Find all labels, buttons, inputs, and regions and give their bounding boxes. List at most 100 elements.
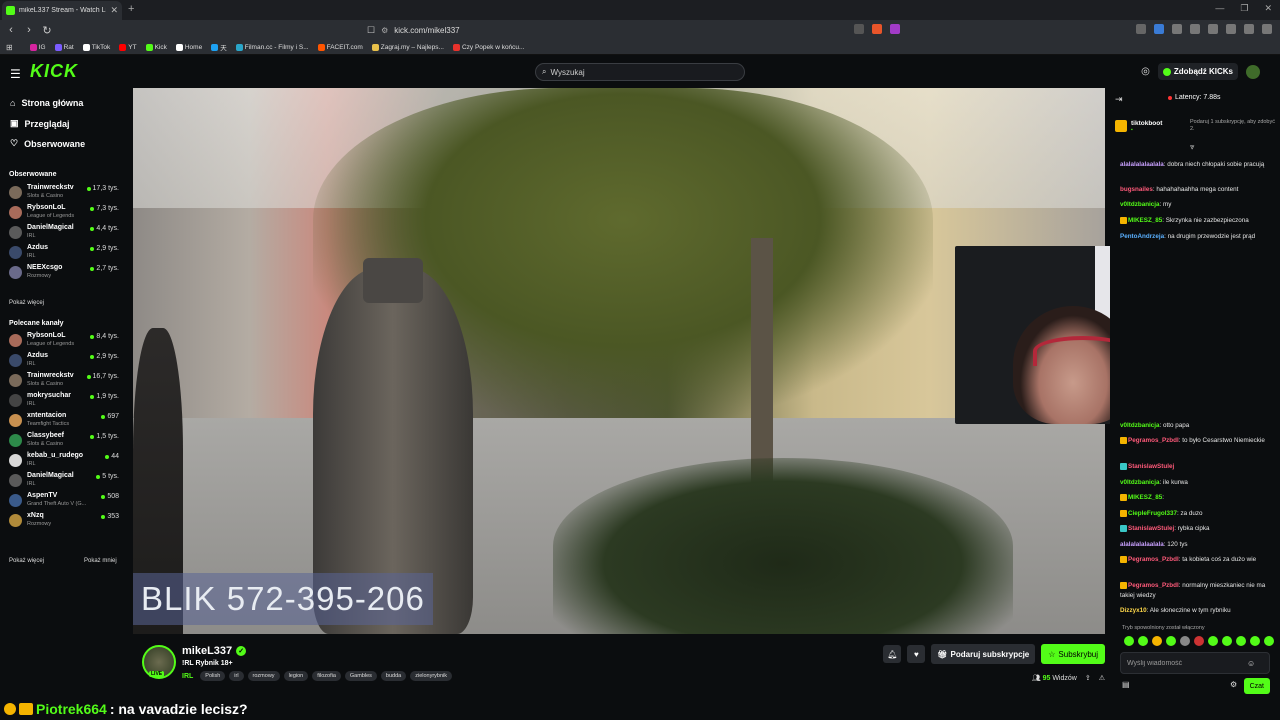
gift-subscriptions-button[interactable]: 🎁︎ Podaruj subskrypcje bbox=[931, 644, 1036, 664]
sidebar-channel[interactable]: Trainwreckstv Slots & Casino 16,7 tys. bbox=[9, 370, 121, 390]
emote-1-icon[interactable] bbox=[1124, 636, 1134, 646]
bookmark-item[interactable]: IG bbox=[29, 42, 46, 52]
sidebar-channel[interactable]: NEEXcsgo Rozmowy 2,7 tys. bbox=[9, 262, 121, 282]
chat-username[interactable]: Dizzyx10 bbox=[1120, 607, 1147, 614]
chat-message[interactable]: StanislawStulej bbox=[1120, 462, 1272, 472]
bookmark-item[interactable]: FACEIT.com bbox=[317, 42, 363, 52]
bookmark-item[interactable]: Czy Popek w końcu... bbox=[452, 42, 524, 52]
chat-message[interactable]: PentoAndrzeja: na drugim przewodzie jest… bbox=[1120, 232, 1272, 242]
emote-9-icon[interactable] bbox=[1236, 636, 1246, 646]
chat-message[interactable]: v0ltdzbanicja: my bbox=[1120, 200, 1272, 210]
nav-following[interactable]: ♡ Obserwowane bbox=[10, 138, 85, 149]
chat-username[interactable]: Pegramos_Pzbdl bbox=[1128, 582, 1179, 589]
leo-icon[interactable] bbox=[1244, 24, 1254, 34]
bookmark-item[interactable]: Rat bbox=[54, 42, 74, 52]
search-bar[interactable]: ⌕ bbox=[535, 63, 745, 81]
chat-message[interactable]: alalalalalaalala: 120 tys bbox=[1120, 540, 1272, 550]
notifications-icon[interactable]: ◎ bbox=[1141, 66, 1150, 77]
chat-input-box[interactable]: ☺ bbox=[1120, 652, 1270, 674]
chat-message[interactable]: MIKESZ_85: Skrzynka nie zazbezpieczona bbox=[1120, 216, 1272, 226]
stream-tag[interactable]: filozofia bbox=[312, 671, 341, 681]
nav-home[interactable]: ⌂ Strona główna bbox=[10, 98, 83, 108]
chat-message[interactable]: Pegramos_Pzbdl: ta kobieta coś za dużo w… bbox=[1120, 555, 1272, 565]
chat-message[interactable]: CiepleFrugol337: za duzo bbox=[1120, 509, 1272, 519]
user-avatar[interactable] bbox=[1246, 64, 1260, 79]
sidebar-channel[interactable]: AspenTV Grand Theft Auto V (G... 508 bbox=[9, 490, 121, 510]
chat-username[interactable]: v0ltdzbanicja bbox=[1120, 422, 1160, 429]
brave-rewards-icon[interactable] bbox=[890, 24, 900, 34]
close-tab-icon[interactable]: ✕ bbox=[110, 5, 118, 16]
forward-icon[interactable]: › bbox=[22, 24, 36, 36]
bookmark-item[interactable]: Home bbox=[175, 42, 202, 52]
emote-10-icon[interactable] bbox=[1250, 636, 1260, 646]
chat-message[interactable]: alalalalalaalala: dobra niech chłopaki s… bbox=[1120, 160, 1272, 170]
chat-username[interactable]: Pegramos_Pzbdl bbox=[1128, 437, 1179, 444]
emote-4-icon[interactable] bbox=[1166, 636, 1176, 646]
stream-tag[interactable]: Polish bbox=[200, 671, 226, 681]
emote-5-icon[interactable] bbox=[1180, 636, 1190, 646]
stream-tag[interactable]: zielonyrybnik bbox=[410, 671, 453, 681]
bookmark-item[interactable]: Filman.cc - Filmy i S... bbox=[235, 42, 309, 52]
chat-message[interactable]: Pegramos_Pzbdl: to było Cesarstwo Niemie… bbox=[1120, 436, 1272, 446]
sidebar-channel[interactable]: Trainwreckstv Slots & Casino 17,3 tys. bbox=[9, 182, 121, 202]
emote-7-icon[interactable] bbox=[1208, 636, 1218, 646]
reload-icon[interactable]: ↻ bbox=[40, 24, 54, 37]
pinned-gift-banner[interactable]: tiktokboot ▪ Podaruj 1 subskrypcję, aby … bbox=[1115, 112, 1275, 140]
emote-3-icon[interactable] bbox=[1152, 636, 1162, 646]
stream-tag[interactable]: rozmowy bbox=[247, 671, 280, 681]
sidebar-channel[interactable]: Azdus IRL 2,9 tys. bbox=[9, 242, 121, 262]
sidebar-channel[interactable]: Azdus IRL 2,9 tys. bbox=[9, 350, 121, 370]
extension-4-icon[interactable] bbox=[1190, 24, 1200, 34]
address-bar[interactable]: ☐ ⚙ kick.com/mikel337 bbox=[367, 23, 912, 37]
chat-message[interactable]: MIKESZ_85: bbox=[1120, 493, 1272, 503]
chat-message[interactable]: v0ltdzbanicja: otto papa bbox=[1120, 421, 1272, 431]
stream-tag[interactable]: legion bbox=[283, 671, 309, 681]
sidebar-toggle-icon[interactable] bbox=[1208, 24, 1218, 34]
browser-tab[interactable]: mikeL337 Stream - Watch Li... ✕ bbox=[2, 1, 122, 20]
report-icon[interactable]: ⚠ bbox=[1099, 674, 1105, 682]
stream-tag[interactable]: budda bbox=[380, 671, 407, 681]
bookmark-item[interactable]: 天 bbox=[211, 42, 227, 52]
maximize-icon[interactable]: ❐ bbox=[1240, 3, 1248, 14]
sidebar-channel[interactable]: xntentacion Teamfight Tactics 697 bbox=[9, 410, 121, 430]
emote-11-icon[interactable] bbox=[1264, 636, 1274, 646]
wallet-icon[interactable] bbox=[1226, 24, 1236, 34]
chat-message[interactable]: StanislawStulej: rybka cipka bbox=[1120, 524, 1272, 534]
chat-username[interactable]: v0ltdzbanicja bbox=[1120, 479, 1160, 486]
extension-3-icon[interactable] bbox=[1172, 24, 1182, 34]
chat-message[interactable]: v0ltdzbanicja: ile kurwa bbox=[1120, 478, 1272, 488]
extension-1-icon[interactable] bbox=[1136, 24, 1146, 34]
sidebar-channel[interactable]: Classybeef Slots & Casino 1,5 tys. bbox=[9, 430, 121, 450]
emote-6-icon[interactable] bbox=[1194, 636, 1204, 646]
sidebar-channel[interactable]: mokrysuchar IRL 1,9 tys. bbox=[9, 390, 121, 410]
chat-username[interactable]: v0ltdzbanicja bbox=[1120, 201, 1160, 208]
stream-tag[interactable]: irl bbox=[229, 671, 244, 681]
back-icon[interactable]: ‹ bbox=[4, 24, 18, 36]
bookmark-item[interactable]: YT bbox=[119, 42, 137, 52]
chat-username[interactable]: Pegramos_Pzbdl bbox=[1128, 556, 1179, 563]
emote-8-icon[interactable] bbox=[1222, 636, 1232, 646]
show-less-recommended[interactable]: Pokaż mniej bbox=[84, 558, 117, 564]
get-kicks-button[interactable]: Zdobądź KICKs bbox=[1157, 63, 1238, 80]
sidebar-channel[interactable]: kebab_u_rudego IRL 44 bbox=[9, 450, 121, 470]
site-info-icon[interactable]: ⚙ bbox=[381, 26, 388, 35]
send-chat-button[interactable]: Czat bbox=[1243, 678, 1270, 694]
brave-shield-icon[interactable] bbox=[872, 24, 882, 34]
extension-2-icon[interactable] bbox=[1154, 24, 1164, 34]
scroll-down-arrow-icon[interactable]: ⩔ bbox=[1190, 142, 1195, 152]
stream-tag[interactable]: Gambles bbox=[344, 671, 377, 681]
chat-username[interactable]: StanislawStulej bbox=[1128, 463, 1174, 470]
bookmark-page-icon[interactable]: ☐ bbox=[367, 25, 375, 36]
chat-username[interactable]: CiepleFrugol337 bbox=[1128, 510, 1177, 517]
chat-commands-icon[interactable]: ▤ bbox=[1122, 680, 1130, 689]
follow-heart-button[interactable]: ♥ bbox=[907, 645, 926, 663]
chat-message[interactable]: Pegramos_Pzbdl: normalny mieszkaniec nie… bbox=[1120, 581, 1272, 601]
streamer-name[interactable]: mikeL337 ✓ bbox=[182, 645, 247, 657]
emoji-picker-icon[interactable]: ☺ bbox=[1247, 659, 1255, 668]
bookmark-item[interactable]: TikTok bbox=[82, 42, 110, 52]
apps-grid-icon[interactable]: ⊞ bbox=[6, 43, 13, 52]
stream-category[interactable]: IRL bbox=[182, 673, 193, 680]
emote-2-icon[interactable] bbox=[1138, 636, 1148, 646]
share-icon[interactable] bbox=[854, 24, 864, 34]
sidebar-channel[interactable]: DanielMagical IRL 5 tys. bbox=[9, 470, 121, 490]
